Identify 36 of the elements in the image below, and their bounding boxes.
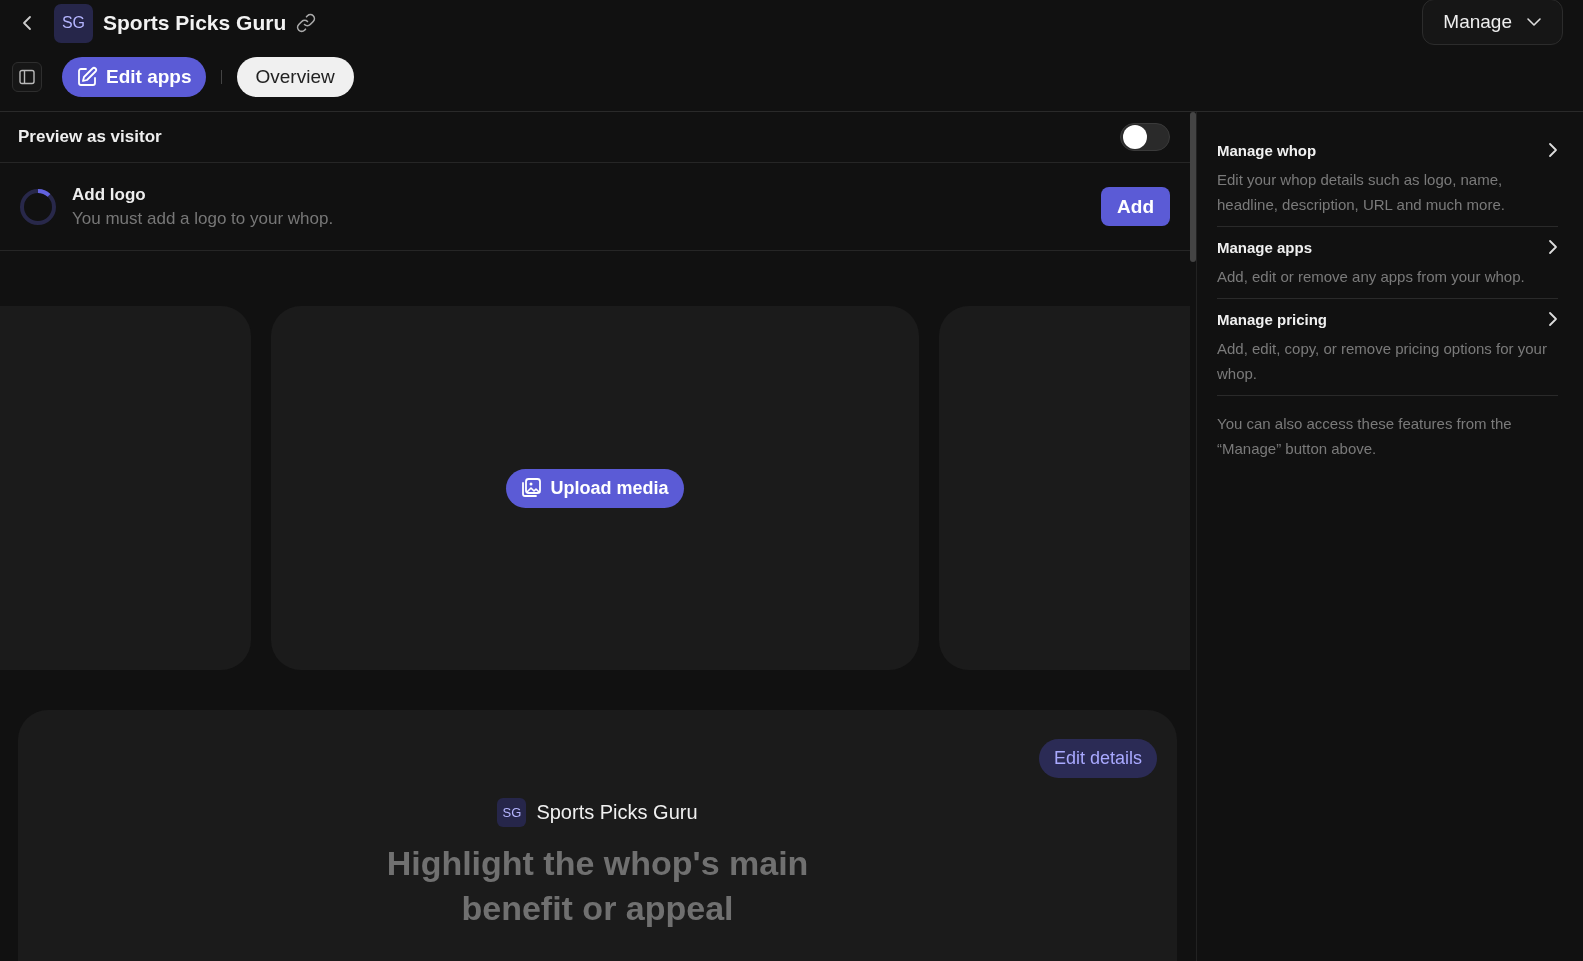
images-icon <box>520 477 543 499</box>
whop-title: Sports Picks Guru <box>103 11 287 35</box>
item-description: Add, edit or remove any apps from your whop. <box>1217 267 1526 287</box>
item-description: Edit your whop details such as logo, name, headline, description, URL and much more. <box>1217 170 1506 215</box>
scrollbar[interactable] <box>1190 112 1196 262</box>
whop-avatar: SG <box>54 3 93 43</box>
edit-details-button[interactable]: Edit details <box>1038 739 1157 778</box>
headline: Highlight the whop's main benefit or appeal <box>385 843 810 929</box>
item-description: Add, edit, copy, or remove pricing options for your whop. <box>1217 339 1548 384</box>
upload-media-button[interactable]: Upload media <box>506 468 684 508</box>
item-title: Manage apps <box>1217 238 1313 256</box>
preview-toggle[interactable] <box>1120 123 1170 151</box>
tab[interactable]: Overview <box>236 57 354 97</box>
chevron-right-icon <box>1548 311 1558 327</box>
edit-icon <box>76 66 98 88</box>
manage-item[interactable]: Manage whop Edit your whop details such as logo, name, headline, description, URL and much more. <box>1217 130 1558 227</box>
task-subtitle: You must add a logo to your whop. <box>72 208 335 229</box>
manage-button[interactable]: Manage <box>1422 0 1563 45</box>
sidebar-icon <box>19 69 35 85</box>
item-title: Manage whop <box>1217 141 1317 159</box>
chevron-right-icon <box>1548 239 1558 255</box>
chevron-down-icon <box>1526 17 1542 27</box>
chevron-left-icon <box>22 15 32 31</box>
help-note: You can also access these features from the “Manage” button above. <box>1217 414 1513 459</box>
sidebar-toggle-button[interactable] <box>12 62 42 92</box>
add-button[interactable]: Add <box>1101 187 1170 226</box>
chevron-right-icon <box>1548 142 1558 158</box>
manage-item[interactable]: Manage pricing Add, edit, copy, or remove pricing options for your whop. <box>1217 299 1558 396</box>
link-icon <box>295 12 318 34</box>
whop-avatar: SG <box>497 798 527 827</box>
whop-name: Sports Picks Guru <box>536 801 698 824</box>
task-title: Add logo <box>72 184 147 205</box>
manage-item[interactable]: Manage apps Add, edit or remove any apps from your whop. <box>1217 227 1558 299</box>
item-title: Manage pricing <box>1217 310 1328 328</box>
preview-label: Preview as visitor <box>18 127 162 147</box>
tab[interactable]: Edit apps <box>62 57 206 97</box>
